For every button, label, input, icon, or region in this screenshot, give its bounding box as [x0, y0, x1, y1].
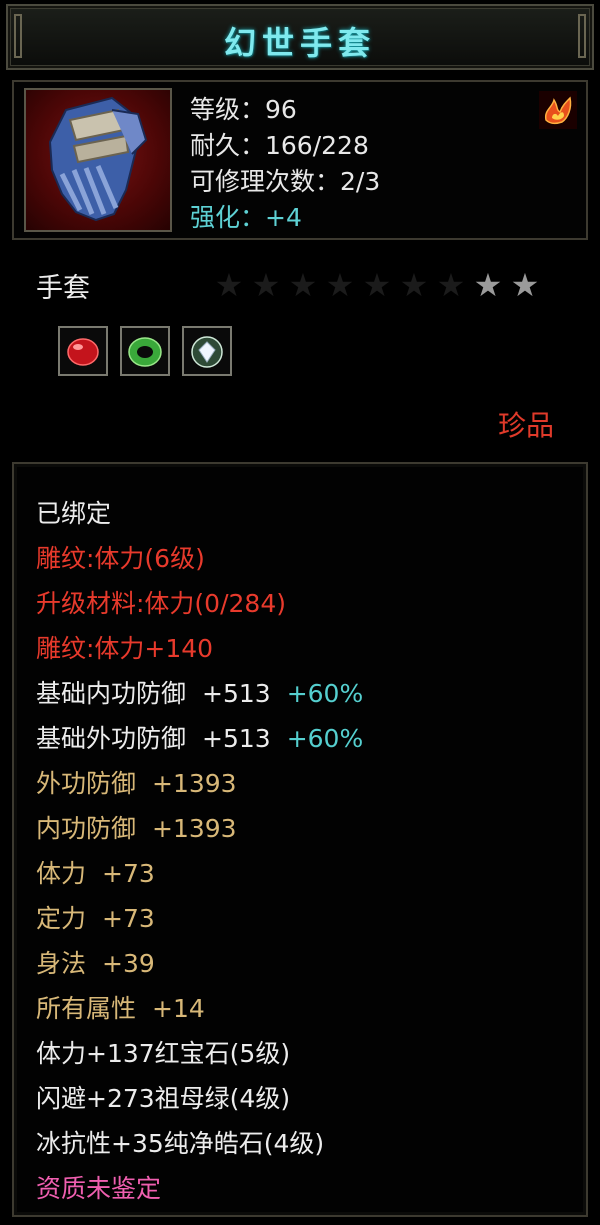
star-empty-icon: ★ — [288, 266, 318, 304]
flame-icon — [538, 90, 578, 130]
base-inner-defense: 基础内功防御 +513 +60% — [36, 674, 363, 710]
gem-socket-3: 冰抗性+35纯净皓石(4级) — [36, 1129, 325, 1158]
star-filled-icon: ★ — [510, 266, 540, 304]
engrave-bonus: 雕纹:体力+140 — [36, 634, 214, 663]
focus-attr: 定力 +73 — [36, 899, 155, 935]
attr-label: 体力 — [36, 859, 87, 888]
attr-label: 身法 — [36, 949, 87, 978]
durability-stat: 耐久：166/228 — [190, 131, 369, 160]
attributes-panel: 已绑定 雕纹:体力(6级) 升级材料:体力(0/284) 雕纹:体力+140 基… — [12, 462, 588, 1217]
gauntlet-icon — [24, 88, 172, 232]
agility-attr: 身法 +39 — [36, 944, 155, 980]
engrave-level: 雕纹:体力(6级) — [36, 544, 205, 573]
gem-socket-1: 体力+137红宝石(5级) — [36, 1039, 291, 1068]
item-name: 幻世手套 — [223, 24, 376, 62]
attr-label: 外功防御 — [36, 769, 137, 798]
attr-label: 基础内功防御 — [36, 679, 187, 708]
star-empty-icon: ★ — [399, 266, 429, 304]
rarity-label: 珍品 — [497, 409, 554, 442]
attr-value: +73 — [102, 904, 155, 933]
attr-value: +39 — [102, 949, 155, 978]
star-empty-icon: ★ — [251, 266, 281, 304]
quality-status: 资质未鉴定 — [36, 1174, 162, 1203]
attr-bonus: +60% — [286, 679, 364, 708]
red-gem-icon[interactable] — [58, 326, 108, 376]
star-filled-icon: ★ — [473, 266, 503, 304]
bound-status: 已绑定 — [36, 499, 112, 528]
star-empty-icon: ★ — [362, 266, 392, 304]
attr-bonus: +60% — [286, 724, 364, 753]
item-header: 等级：96 耐久：166/228 可修理次数：2/3 强化：+4 — [12, 80, 588, 240]
upgrade-material: 升级材料:体力(0/284) — [36, 589, 286, 618]
white-diamond-icon[interactable] — [182, 326, 232, 376]
base-outer-defense: 基础外功防御 +513 +60% — [36, 719, 363, 755]
attr-label: 内功防御 — [36, 814, 137, 843]
all-attributes: 所有属性 +14 — [36, 989, 205, 1025]
green-jade-ring-icon[interactable] — [120, 326, 170, 376]
item-type-label: 手套 — [36, 273, 90, 304]
attr-label: 所有属性 — [36, 994, 137, 1023]
star-empty-icon: ★ — [436, 266, 466, 304]
stamina-attr: 体力 +73 — [36, 854, 155, 890]
level-stat: 等级：96 — [190, 95, 297, 124]
attr-value: +1393 — [152, 814, 237, 843]
star-empty-icon: ★ — [214, 266, 244, 304]
gem-socket-2: 闪避+273祖母绿(4级) — [36, 1084, 291, 1113]
attr-label: 定力 — [36, 904, 87, 933]
attr-value: +1393 — [152, 769, 237, 798]
repair-count-stat: 可修理次数：2/3 — [190, 167, 381, 196]
enhance-stat: 强化：+4 — [190, 203, 302, 232]
attr-value: +513 — [202, 679, 271, 708]
inner-defense: 内功防御 +1393 — [36, 809, 237, 845]
star-empty-icon: ★ — [325, 266, 355, 304]
attr-value: +73 — [102, 859, 155, 888]
title-bar: 幻世手套 — [6, 4, 594, 70]
outer-defense: 外功防御 +1393 — [36, 764, 237, 800]
attr-value: +513 — [202, 724, 271, 753]
attr-label: 基础外功防御 — [36, 724, 187, 753]
attr-value: +14 — [152, 994, 205, 1023]
item-tooltip: 幻世手套 等级：96 耐久：166/228 可修理次数：2/3 强化：+4 手套… — [0, 0, 600, 1225]
